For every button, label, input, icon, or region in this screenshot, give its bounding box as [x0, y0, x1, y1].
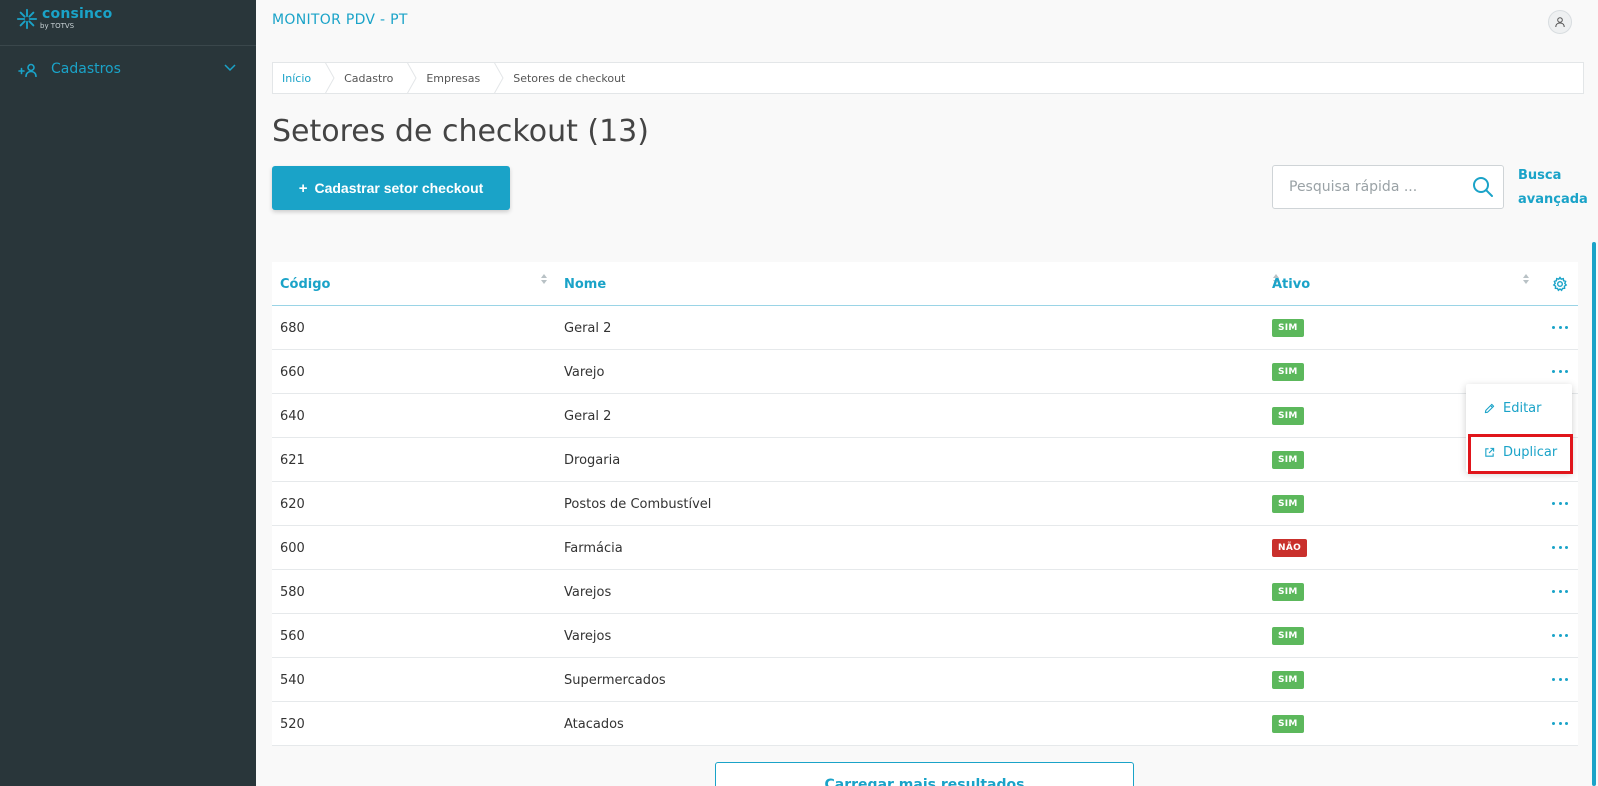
cell-codigo: 660 — [280, 364, 305, 380]
breadcrumb-current: Setores de checkout — [513, 71, 626, 85]
plus-icon: + — [298, 179, 308, 197]
sidebar: consinco by TOTVS Cadastros — [0, 0, 256, 786]
row-actions-menu: Editar Duplicar — [1466, 384, 1572, 472]
cell-codigo: 680 — [280, 320, 305, 336]
breadcrumb-inicio[interactable]: Início — [273, 63, 325, 93]
breadcrumb-separator — [494, 62, 504, 94]
breadcrumb-separator — [407, 62, 417, 94]
cell-nome: Atacados — [564, 716, 624, 732]
menu-item-duplicar[interactable]: Duplicar — [1466, 432, 1572, 472]
add-checkout-sector-label: Cadastrar setor checkout — [314, 180, 484, 196]
row-actions-button[interactable] — [1552, 496, 1568, 510]
cell-nome: Drogaria — [564, 452, 621, 468]
pencil-icon — [1484, 403, 1495, 413]
table-body: 680 Geral 2 SIM 660 Varejo SIM 640 Geral… — [272, 306, 1578, 746]
cell-nome: Supermercados — [564, 672, 666, 688]
column-header-label: Nome — [564, 276, 607, 292]
menu-item-editar[interactable]: Editar — [1466, 388, 1572, 428]
external-link-icon — [1485, 447, 1495, 457]
table-row: 520 Atacados SIM — [272, 702, 1578, 746]
status-badge: SIM — [1272, 363, 1304, 381]
table-row: 560 Varejos SIM — [272, 614, 1578, 658]
cell-codigo: 520 — [280, 716, 305, 732]
add-checkout-sector-button[interactable]: + Cadastrar setor checkout — [272, 166, 510, 210]
cell-nome: Varejos — [564, 628, 612, 644]
breadcrumb-separator — [325, 62, 335, 94]
cell-codigo: 540 — [280, 672, 305, 688]
status-badge: SIM — [1272, 671, 1304, 689]
cell-nome: Geral 2 — [564, 320, 612, 336]
row-actions-button[interactable] — [1552, 540, 1568, 554]
cell-nome: Varejos — [564, 584, 612, 600]
sort-icon[interactable] — [1522, 272, 1530, 286]
cell-codigo: 640 — [280, 408, 305, 424]
breadcrumb: Início Cadastro Empresas Setores de chec… — [272, 62, 1584, 94]
table-row: 620 Postos de Combustível SIM — [272, 482, 1578, 526]
user-avatar-button[interactable] — [1548, 10, 1572, 34]
menu-item-label: Duplicar — [1503, 444, 1558, 460]
status-badge: SIM — [1272, 583, 1304, 601]
cell-codigo: 621 — [280, 452, 305, 468]
status-badge: SIM — [1272, 495, 1304, 513]
row-actions-button[interactable] — [1552, 672, 1568, 686]
table-row: 680 Geral 2 SIM — [272, 306, 1578, 350]
sort-icon[interactable] — [540, 272, 548, 286]
load-more-button[interactable]: Carregar mais resultados — [715, 762, 1134, 786]
scrollbar-thumb[interactable] — [1592, 242, 1596, 786]
breadcrumb-cadastro[interactable]: Cadastro — [335, 63, 407, 93]
cell-codigo: 600 — [280, 540, 305, 556]
column-header-nome[interactable]: Nome — [564, 262, 1264, 306]
cell-codigo: 580 — [280, 584, 305, 600]
sidebar-divider — [0, 45, 256, 46]
column-header-label: Código — [280, 276, 331, 292]
logo-text: consinco — [42, 6, 113, 22]
add-user-icon — [18, 63, 37, 77]
advanced-search-label-2: avançada — [1518, 192, 1588, 207]
cell-nome: Postos de Combustível — [564, 496, 712, 512]
search-input[interactable] — [1273, 166, 1463, 208]
table-row: 640 Geral 2 SIM — [272, 394, 1578, 438]
table-row: 621 Drogaria SIM — [272, 438, 1578, 482]
row-actions-button[interactable] — [1552, 364, 1568, 378]
menu-item-label: Editar — [1503, 400, 1542, 416]
quick-search — [1272, 165, 1504, 209]
row-actions-button[interactable] — [1552, 320, 1568, 334]
advanced-search-label-1: Busca — [1518, 168, 1562, 183]
cell-codigo: 560 — [280, 628, 305, 644]
table-row: 660 Varejo SIM — [272, 350, 1578, 394]
column-header-ativo[interactable]: Ativo — [1272, 262, 1502, 306]
sidebar-item-label: Cadastros — [51, 61, 121, 77]
page-title: Setores de checkout (13) — [272, 114, 649, 149]
row-actions-button[interactable] — [1552, 628, 1568, 642]
table-row: 580 Varejos SIM — [272, 570, 1578, 614]
column-header-label: Ativo — [1272, 276, 1311, 292]
sidebar-item-cadastros[interactable]: Cadastros — [0, 55, 256, 85]
gear-icon[interactable] — [1552, 276, 1568, 292]
status-badge: SIM — [1272, 627, 1304, 645]
breadcrumb-empresas[interactable]: Empresas — [417, 63, 494, 93]
consinco-logo-icon — [16, 8, 38, 30]
app-title: MONITOR PDV - PT — [272, 12, 408, 28]
table-row: 600 Farmácia NÃO — [272, 526, 1578, 570]
cell-nome: Varejo — [564, 364, 605, 380]
status-badge: SIM — [1272, 319, 1304, 337]
checkout-sectors-table: Código Nome Ativo 680 Geral 2 SIM 660 Va… — [272, 262, 1578, 746]
table-row: 540 Supermercados SIM — [272, 658, 1578, 702]
advanced-search-link[interactable]: Busca avançada — [1518, 164, 1588, 212]
logo-subtitle: by TOTVS — [40, 22, 75, 30]
row-actions-button[interactable] — [1552, 716, 1568, 730]
table-header: Código Nome Ativo — [272, 262, 1578, 306]
user-icon — [1555, 17, 1565, 28]
cell-nome: Geral 2 — [564, 408, 612, 424]
status-badge: NÃO — [1272, 539, 1308, 557]
cell-nome: Farmácia — [564, 540, 623, 556]
status-badge: SIM — [1272, 715, 1304, 733]
cell-codigo: 620 — [280, 496, 305, 512]
column-header-codigo[interactable]: Código — [280, 262, 552, 306]
search-icon[interactable] — [1471, 175, 1495, 199]
status-badge: SIM — [1272, 451, 1304, 469]
row-actions-button[interactable] — [1552, 584, 1568, 598]
chevron-down-icon — [224, 64, 236, 72]
status-badge: SIM — [1272, 407, 1304, 425]
